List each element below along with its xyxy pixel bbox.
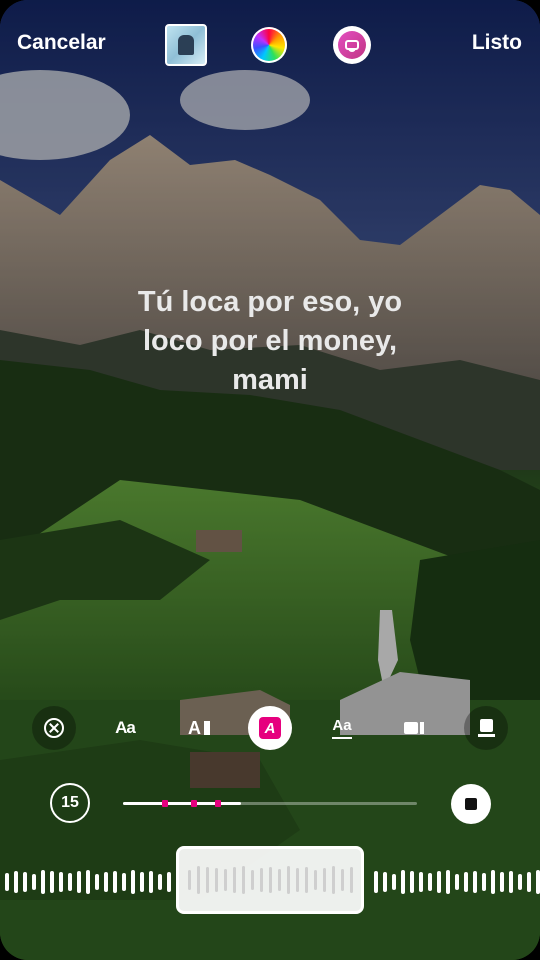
lyric-marker bbox=[162, 800, 168, 807]
waveform-bar bbox=[122, 873, 126, 891]
selected-waveform-bar bbox=[215, 868, 218, 892]
story-editor-screen: Cancelar Listo Tú loca por eso, yo loco … bbox=[0, 0, 540, 960]
waveform-bar bbox=[32, 874, 36, 890]
waveform-bar bbox=[374, 871, 378, 893]
waveform-bar bbox=[482, 873, 486, 891]
style-card-button[interactable] bbox=[464, 706, 508, 750]
waveform-bar bbox=[401, 870, 405, 894]
waveform-bar bbox=[140, 872, 144, 892]
remove-lyrics-button[interactable] bbox=[32, 706, 76, 750]
waveform-bar bbox=[383, 872, 387, 892]
selected-waveform-bar bbox=[206, 867, 209, 893]
sticker-icon[interactable] bbox=[333, 26, 371, 64]
waveform-bar bbox=[491, 870, 495, 894]
a-badge-icon: A bbox=[259, 717, 281, 739]
selected-waveform-bar bbox=[260, 868, 263, 892]
selected-waveform-bar bbox=[269, 867, 272, 893]
selected-waveform-bar bbox=[242, 866, 245, 894]
waveform-bar bbox=[167, 872, 171, 892]
lyrics-line: mami bbox=[232, 364, 308, 396]
aa-style-icon: Aa bbox=[115, 718, 136, 737]
selected-waveform-bar bbox=[314, 870, 317, 890]
waveform-bar bbox=[509, 871, 513, 893]
style-aa-button[interactable]: Aa bbox=[103, 706, 147, 750]
lyric-marker bbox=[191, 800, 197, 807]
waveform-bar bbox=[23, 872, 27, 892]
selected-waveform-bar bbox=[188, 870, 191, 890]
waveform-bar bbox=[419, 872, 423, 892]
progress-fill bbox=[123, 802, 241, 805]
selected-waveform-bar bbox=[224, 869, 227, 891]
selected-waveform-bar bbox=[197, 866, 200, 894]
waveform-bar bbox=[455, 874, 459, 890]
aa-underline-icon: Aa bbox=[332, 717, 352, 739]
waveform-bar bbox=[428, 873, 432, 891]
waveform-bar bbox=[41, 870, 45, 894]
waveform-bar bbox=[536, 870, 540, 894]
lyric-marker bbox=[215, 800, 221, 807]
style-ai-button[interactable]: A bbox=[177, 706, 221, 750]
waveform-bar bbox=[113, 871, 117, 893]
clip-selector[interactable] bbox=[176, 846, 364, 914]
album-art-thumbnail[interactable] bbox=[165, 24, 207, 66]
selected-waveform-bar bbox=[341, 869, 344, 891]
ai-style-icon: A bbox=[188, 718, 210, 739]
done-button[interactable]: Listo bbox=[472, 31, 522, 55]
style-underline-button[interactable]: Aa bbox=[320, 706, 364, 750]
selected-waveform-bar bbox=[278, 869, 281, 891]
top-bar: Cancelar Listo bbox=[0, 0, 540, 90]
selected-waveform-bar bbox=[305, 867, 308, 893]
waveform-bar bbox=[59, 872, 63, 892]
selected-waveform-bar bbox=[323, 868, 326, 892]
waveform-bar bbox=[473, 871, 477, 893]
waveform-bar bbox=[410, 871, 414, 893]
selected-waveform-bar bbox=[233, 867, 236, 893]
waveform-bar bbox=[446, 870, 450, 894]
lyrics-text[interactable]: Tú loca por eso, yo loco por el money, m… bbox=[100, 283, 440, 400]
waveform-bar bbox=[5, 873, 9, 891]
close-icon bbox=[44, 718, 64, 738]
waveform-bar bbox=[68, 873, 72, 891]
cancel-button[interactable]: Cancelar bbox=[17, 31, 106, 55]
waveform-bar bbox=[527, 872, 531, 892]
lyrics-line: loco por el money, bbox=[142, 325, 398, 357]
color-wheel-icon[interactable] bbox=[251, 27, 287, 63]
stop-button[interactable] bbox=[451, 784, 491, 824]
waveform-bar bbox=[77, 871, 81, 893]
selected-waveform-bar bbox=[350, 867, 353, 893]
waveform-bar bbox=[158, 874, 162, 890]
waveform-bar bbox=[95, 874, 99, 890]
waveform-bar bbox=[518, 874, 522, 890]
waveform-bar bbox=[500, 872, 504, 892]
style-camera-button[interactable] bbox=[392, 706, 436, 750]
waveform-bar bbox=[86, 870, 90, 894]
waveform-bar bbox=[104, 872, 108, 892]
selected-waveform-bar bbox=[251, 870, 254, 890]
waveform-bar bbox=[149, 871, 153, 893]
waveform-bar bbox=[50, 871, 54, 893]
stop-icon bbox=[465, 798, 477, 810]
card-icon bbox=[477, 719, 495, 737]
waveform-bar bbox=[392, 874, 396, 890]
waveform-bar bbox=[437, 871, 441, 893]
playback-progress-track[interactable] bbox=[123, 800, 417, 807]
lyrics-style-toolbar: Aa A A Aa bbox=[0, 700, 540, 756]
style-highlight-button[interactable]: A bbox=[248, 706, 292, 750]
selected-waveform-bar bbox=[332, 866, 335, 894]
selected-waveform-bar bbox=[296, 868, 299, 892]
camera-icon bbox=[404, 722, 424, 734]
waveform-bar bbox=[464, 872, 468, 892]
lyrics-line: Tú loca por eso, yo bbox=[137, 286, 403, 318]
waveform-bar bbox=[14, 871, 18, 893]
duration-button[interactable]: 15 bbox=[50, 783, 90, 823]
selected-waveform-bar bbox=[287, 866, 290, 894]
waveform-bar bbox=[131, 870, 135, 894]
